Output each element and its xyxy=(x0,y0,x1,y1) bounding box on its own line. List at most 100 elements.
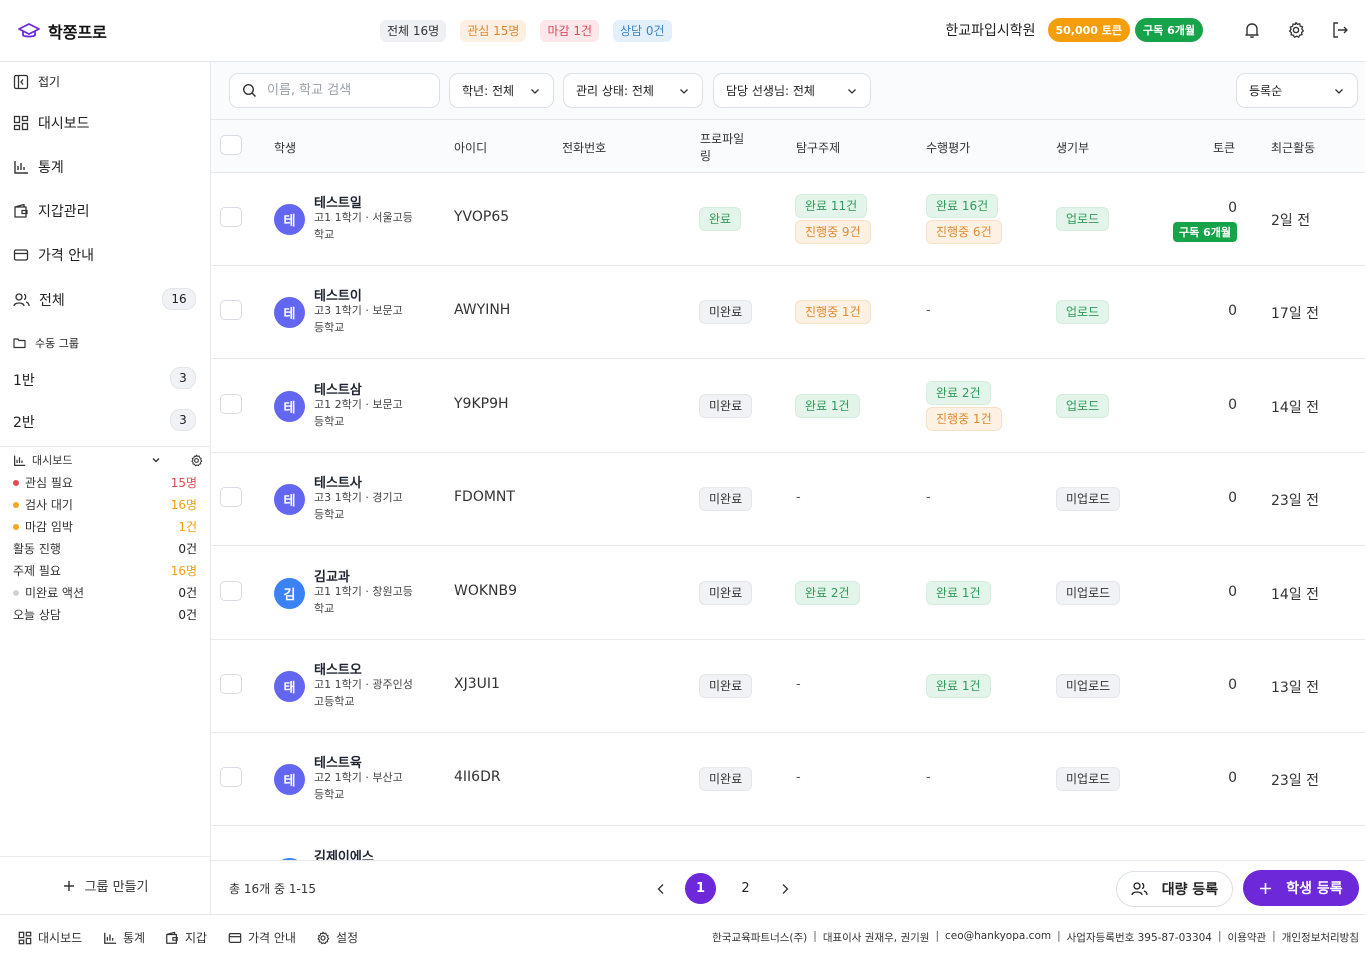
dashboard-icon xyxy=(13,115,29,131)
wallet-icon xyxy=(13,203,29,219)
bottom-nav-settings[interactable]: 설정 xyxy=(316,929,358,946)
col-student[interactable]: 학생 xyxy=(274,139,296,156)
select-all-checkbox[interactable] xyxy=(220,135,242,155)
table-row[interactable]: 김제이에스 xyxy=(211,827,1365,860)
assessment-progress-badge: 진행중 1건 xyxy=(926,406,1002,431)
token-count: 0 xyxy=(1228,770,1237,787)
stat-value: 16명 xyxy=(170,564,197,578)
stat-label: 오늘 상담 xyxy=(13,606,61,623)
bottom-nav-stats[interactable]: 통계 xyxy=(103,929,145,946)
chevron-down-icon[interactable] xyxy=(150,454,162,466)
profiling-status: 미완료 xyxy=(699,674,753,698)
gear-icon[interactable] xyxy=(190,454,203,467)
grade-select[interactable]: 학년: 전체 xyxy=(449,73,554,108)
sidebar-item-stats[interactable]: 통계 xyxy=(13,157,64,177)
dashboard-stat-row[interactable]: 관심 필요 15명 xyxy=(13,474,197,491)
logout-icon[interactable] xyxy=(1327,17,1353,43)
dashboard-stat-row[interactable]: 마감 임박 1건 xyxy=(13,518,197,535)
pill-consult[interactable]: 상담 0건 xyxy=(613,20,672,42)
bar-chart-icon xyxy=(13,454,26,467)
sort-select[interactable]: 등록순 xyxy=(1236,73,1358,108)
contact-email[interactable]: ceo@hankyopa.com xyxy=(945,930,1051,945)
bottom-nav-wallet[interactable]: 지갑 xyxy=(165,929,207,946)
row-checkbox[interactable] xyxy=(220,487,242,508)
privacy-link[interactable]: 개인정보처리방침 xyxy=(1282,930,1359,945)
col-assessment[interactable]: 수행평가 xyxy=(926,139,970,156)
token-count: 0 xyxy=(1228,200,1237,216)
table-row[interactable]: 테 테스트일 고1 1학기 · 서울고등 학교 YVOP65 완료 완료 11건 진행중 9건… xyxy=(211,173,1365,266)
bottom-nav-dashboard[interactable]: 대시보드 xyxy=(18,929,82,946)
search-input[interactable] xyxy=(267,83,417,98)
gear-icon[interactable] xyxy=(1283,17,1309,43)
col-topic[interactable]: 탐구주제 xyxy=(796,139,840,156)
group-item[interactable]: 2반 xyxy=(13,412,35,432)
table-row[interactable]: 테 테스트육 고2 1학기 · 부산고 등학교 4II6DR 미완료 - - 미업로드 0 23일 … xyxy=(211,733,1365,827)
assessment-empty: - xyxy=(926,490,931,506)
pill-interest[interactable]: 관심 15명 xyxy=(460,20,527,42)
page-button-1[interactable]: 1 xyxy=(685,873,716,904)
group-count-badge: 3 xyxy=(170,409,196,431)
table-row[interactable]: 테 테스트삼 고1 2학기 · 보문고 등학교 Y9KP9H 미완료 완료 1건 완료 2건 진… xyxy=(211,360,1365,453)
status-select[interactable]: 관리 상태: 전체 xyxy=(563,73,703,108)
sidebar-item-wallet[interactable]: 지갑관리 xyxy=(13,201,90,221)
search-box[interactable] xyxy=(229,73,440,108)
row-checkbox[interactable] xyxy=(220,300,242,321)
row-checkbox[interactable] xyxy=(220,767,242,788)
table-row[interactable]: 김 김교과 고1 1학기 · 창원고등 학교 WOKNB9 미완료 완료 2건 완료 1건 미업… xyxy=(211,547,1365,640)
table-row[interactable]: 테 테스트사 고3 1학기 · 경기고 등학교 FDOMNT 미완료 - - 미업로드 0 23일 … xyxy=(211,453,1365,547)
col-id[interactable]: 아이디 xyxy=(454,139,487,156)
row-checkbox[interactable] xyxy=(220,207,242,227)
row-checkbox[interactable] xyxy=(220,393,242,414)
bottom-nav-pricing[interactable]: 가격 안내 xyxy=(228,929,296,946)
pill-all[interactable]: 전체 16명 xyxy=(380,20,447,42)
table-row[interactable]: 태 태스트오 고1 1학기 · 광주인성 고등학교 XJ3UI1 미완료 - 완료 1건 미업로… xyxy=(211,640,1365,733)
student-id: YVOP65 xyxy=(454,209,510,225)
row-checkbox[interactable] xyxy=(220,674,242,694)
plus-icon xyxy=(1259,882,1272,895)
dashboard-stat-row[interactable]: 주제 필요 16명 xyxy=(13,562,197,579)
avatar: 테 xyxy=(274,484,305,516)
all-count-badge: 16 xyxy=(162,288,196,310)
chevron-down-icon xyxy=(678,85,690,97)
profiling-status: 미완료 xyxy=(699,393,753,418)
dashboard-stat-row[interactable]: 활동 진행 0건 xyxy=(13,540,197,557)
assessment-empty: - xyxy=(926,770,931,786)
page-button-2[interactable]: 2 xyxy=(730,873,761,904)
sidebar-item-pricing[interactable]: 가격 안내 xyxy=(13,245,94,265)
group-item[interactable]: 1반 xyxy=(13,370,35,390)
sidebar: 접기 대시보드 통계 지갑관리 가격 안내 전체 16 수동 그룹 1반 3 2… xyxy=(0,62,211,914)
pill-deadline[interactable]: 마감 1건 xyxy=(540,20,600,42)
table-row[interactable]: 테 테스트이 고3 1학기 · 보문고 등학교 AWYINH 미완료 진행중 1건 - 업로드 0… xyxy=(211,266,1365,360)
bulk-register-button[interactable]: 대량 등록 xyxy=(1116,871,1233,907)
filter-bar: 학년: 전체 관리 상태: 전체 담당 선생님: 전체 등록순 xyxy=(211,62,1365,120)
student-name[interactable]: 김제이에스 xyxy=(314,846,374,860)
teacher-select[interactable]: 담당 선생님: 전체 xyxy=(713,73,871,108)
col-record[interactable]: 생기부 xyxy=(1056,139,1089,156)
chevron-left-icon[interactable] xyxy=(651,874,671,904)
row-checkbox[interactable] xyxy=(220,580,242,601)
col-profiling[interactable]: 프로파일 xyxy=(700,130,744,147)
bell-icon[interactable] xyxy=(1239,17,1265,43)
bar-chart-icon xyxy=(103,931,117,945)
stat-label-text: 주제 필요 xyxy=(13,564,61,578)
student-school-line: 등학교 xyxy=(314,321,345,335)
users-icon xyxy=(1131,881,1148,897)
dashboard-stat-row[interactable]: 미완료 액션 0건 xyxy=(13,584,197,601)
dashboard-icon xyxy=(18,931,32,945)
add-student-button[interactable]: 학생 등록 xyxy=(1243,870,1359,906)
col-recent[interactable]: 최근활동 xyxy=(1271,139,1315,156)
sidebar-collapse-label: 접기 xyxy=(38,75,61,89)
sidebar-collapse[interactable]: 접기 xyxy=(13,73,60,90)
col-token[interactable]: 토큰 xyxy=(1213,139,1235,156)
dashboard-stat-row[interactable]: 오늘 상담 0건 xyxy=(13,606,197,623)
app-logo[interactable]: 학쫑프로 xyxy=(18,19,107,43)
token-count: 0 xyxy=(1228,583,1237,600)
chevron-right-icon[interactable] xyxy=(775,874,795,904)
make-group-button[interactable]: 그룹 만들기 xyxy=(0,856,211,914)
record-status: 미업로드 xyxy=(1056,580,1121,605)
dashboard-stat-row[interactable]: 검사 대기 16명 xyxy=(13,496,197,513)
sidebar-item-dashboard[interactable]: 대시보드 xyxy=(13,113,90,133)
student-id: XJ3UI1 xyxy=(454,676,500,692)
business-number: 사업자등록번호 395-87-03304 xyxy=(1066,932,1212,944)
terms-link[interactable]: 이용약관 xyxy=(1228,930,1267,945)
